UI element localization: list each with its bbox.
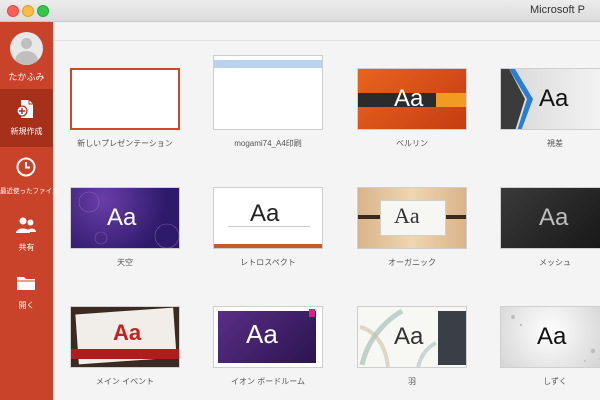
- avatar-body: [15, 51, 38, 65]
- sidebar-item-label: 最近使ったファイル: [0, 188, 59, 195]
- clock-icon: [16, 157, 36, 177]
- template-sample-text: Aa: [394, 323, 424, 350]
- template-ion-boardroom[interactable]: Aa イオン ボードルーム: [213, 306, 323, 387]
- template-thumbnail: [213, 55, 323, 130]
- minimize-window-button[interactable]: [22, 5, 34, 17]
- window-title: Microsoft P: [530, 4, 586, 16]
- close-window-button[interactable]: [7, 5, 19, 17]
- sidebar-item-label: 新規作成: [10, 127, 43, 136]
- sidebar-item-open[interactable]: 開く: [0, 263, 53, 321]
- template-retrospect[interactable]: Aa レトロスペクト: [213, 187, 323, 268]
- template-thumbnail: Aa: [357, 187, 467, 249]
- sidebar-item-recent[interactable]: 最近使ったファイル: [0, 147, 59, 205]
- template-sample-text: Aa: [394, 203, 420, 228]
- template-droplet[interactable]: Aa しずく: [500, 306, 600, 387]
- new-document-icon: [16, 100, 33, 118]
- template-main-event[interactable]: Aa メイン イベント: [70, 306, 180, 387]
- template-sky[interactable]: Aa 天空: [70, 187, 180, 268]
- template-thumbnail: Aa: [500, 187, 600, 249]
- template-name: メッシュ: [539, 258, 571, 267]
- template-name: mogami74_A4印刷: [234, 139, 302, 148]
- template-thumbnail: Aa: [500, 306, 600, 368]
- template-sample-text: Aa: [539, 204, 569, 231]
- window-titlebar: Microsoft P: [0, 0, 600, 22]
- template-thumbnail: Aa: [357, 68, 467, 130]
- template-name: 視差: [547, 139, 563, 148]
- template-name: レトロスペクト: [240, 258, 296, 267]
- template-thumbnail: Aa: [213, 306, 323, 368]
- template-thumbnail: Aa: [213, 187, 323, 249]
- template-sample-text: Aa: [250, 200, 280, 227]
- template-sample-text: Aa: [539, 85, 569, 112]
- sidebar: たかふみ 新規作成 最近使ったファイル 共有 開く: [0, 22, 59, 400]
- template-thumbnail: Aa: [357, 306, 467, 368]
- template-berlin[interactable]: Aa ベルリン: [357, 68, 467, 149]
- template-name: イオン ボードルーム: [231, 377, 305, 386]
- folder-icon: [17, 277, 35, 290]
- template-name: ベルリン: [396, 139, 428, 148]
- template-name: メイン イベント: [95, 377, 155, 386]
- sidebar-item-new[interactable]: 新規作成: [0, 89, 53, 147]
- sidebar-item-share[interactable]: 共有: [0, 205, 53, 263]
- template-blank[interactable]: 新しいプレゼンテーション: [70, 68, 180, 149]
- zoom-window-button[interactable]: [37, 5, 49, 17]
- template-feather[interactable]: Aa 羽: [357, 306, 467, 387]
- sidebar-item-label: 共有: [18, 243, 35, 252]
- people-icon: [16, 217, 36, 233]
- template-parallax[interactable]: Aa 視差: [500, 68, 600, 149]
- template-sample-text: Aa: [113, 320, 142, 345]
- user-name: たかふみ: [8, 72, 45, 82]
- template-sample-text: Aa: [246, 319, 278, 349]
- template-sample-text: Aa: [537, 323, 567, 350]
- avatar-head: [21, 38, 32, 49]
- template-name: オーガニック: [388, 258, 436, 267]
- template-sample-text: Aa: [394, 85, 424, 112]
- template-name: 新しいプレゼンテーション: [77, 139, 173, 148]
- template-mogami74[interactable]: mogami74_A4印刷: [213, 55, 323, 149]
- sidebar-item-label: 開く: [18, 301, 35, 310]
- template-thumbnail: Aa: [500, 68, 600, 130]
- template-thumbnail: [70, 68, 180, 130]
- template-name: しずく: [543, 377, 567, 386]
- template-organic[interactable]: Aa オーガニック: [357, 187, 467, 268]
- template-thumbnail: Aa: [70, 306, 180, 368]
- template-mesh[interactable]: Aa メッシュ: [500, 187, 600, 268]
- template-sample-text: Aa: [107, 204, 137, 231]
- template-name: 羽: [408, 377, 416, 386]
- toolbar-divider: [53, 40, 600, 41]
- template-thumbnail: Aa: [70, 187, 180, 249]
- avatar[interactable]: [10, 32, 43, 65]
- template-name: 天空: [117, 258, 133, 267]
